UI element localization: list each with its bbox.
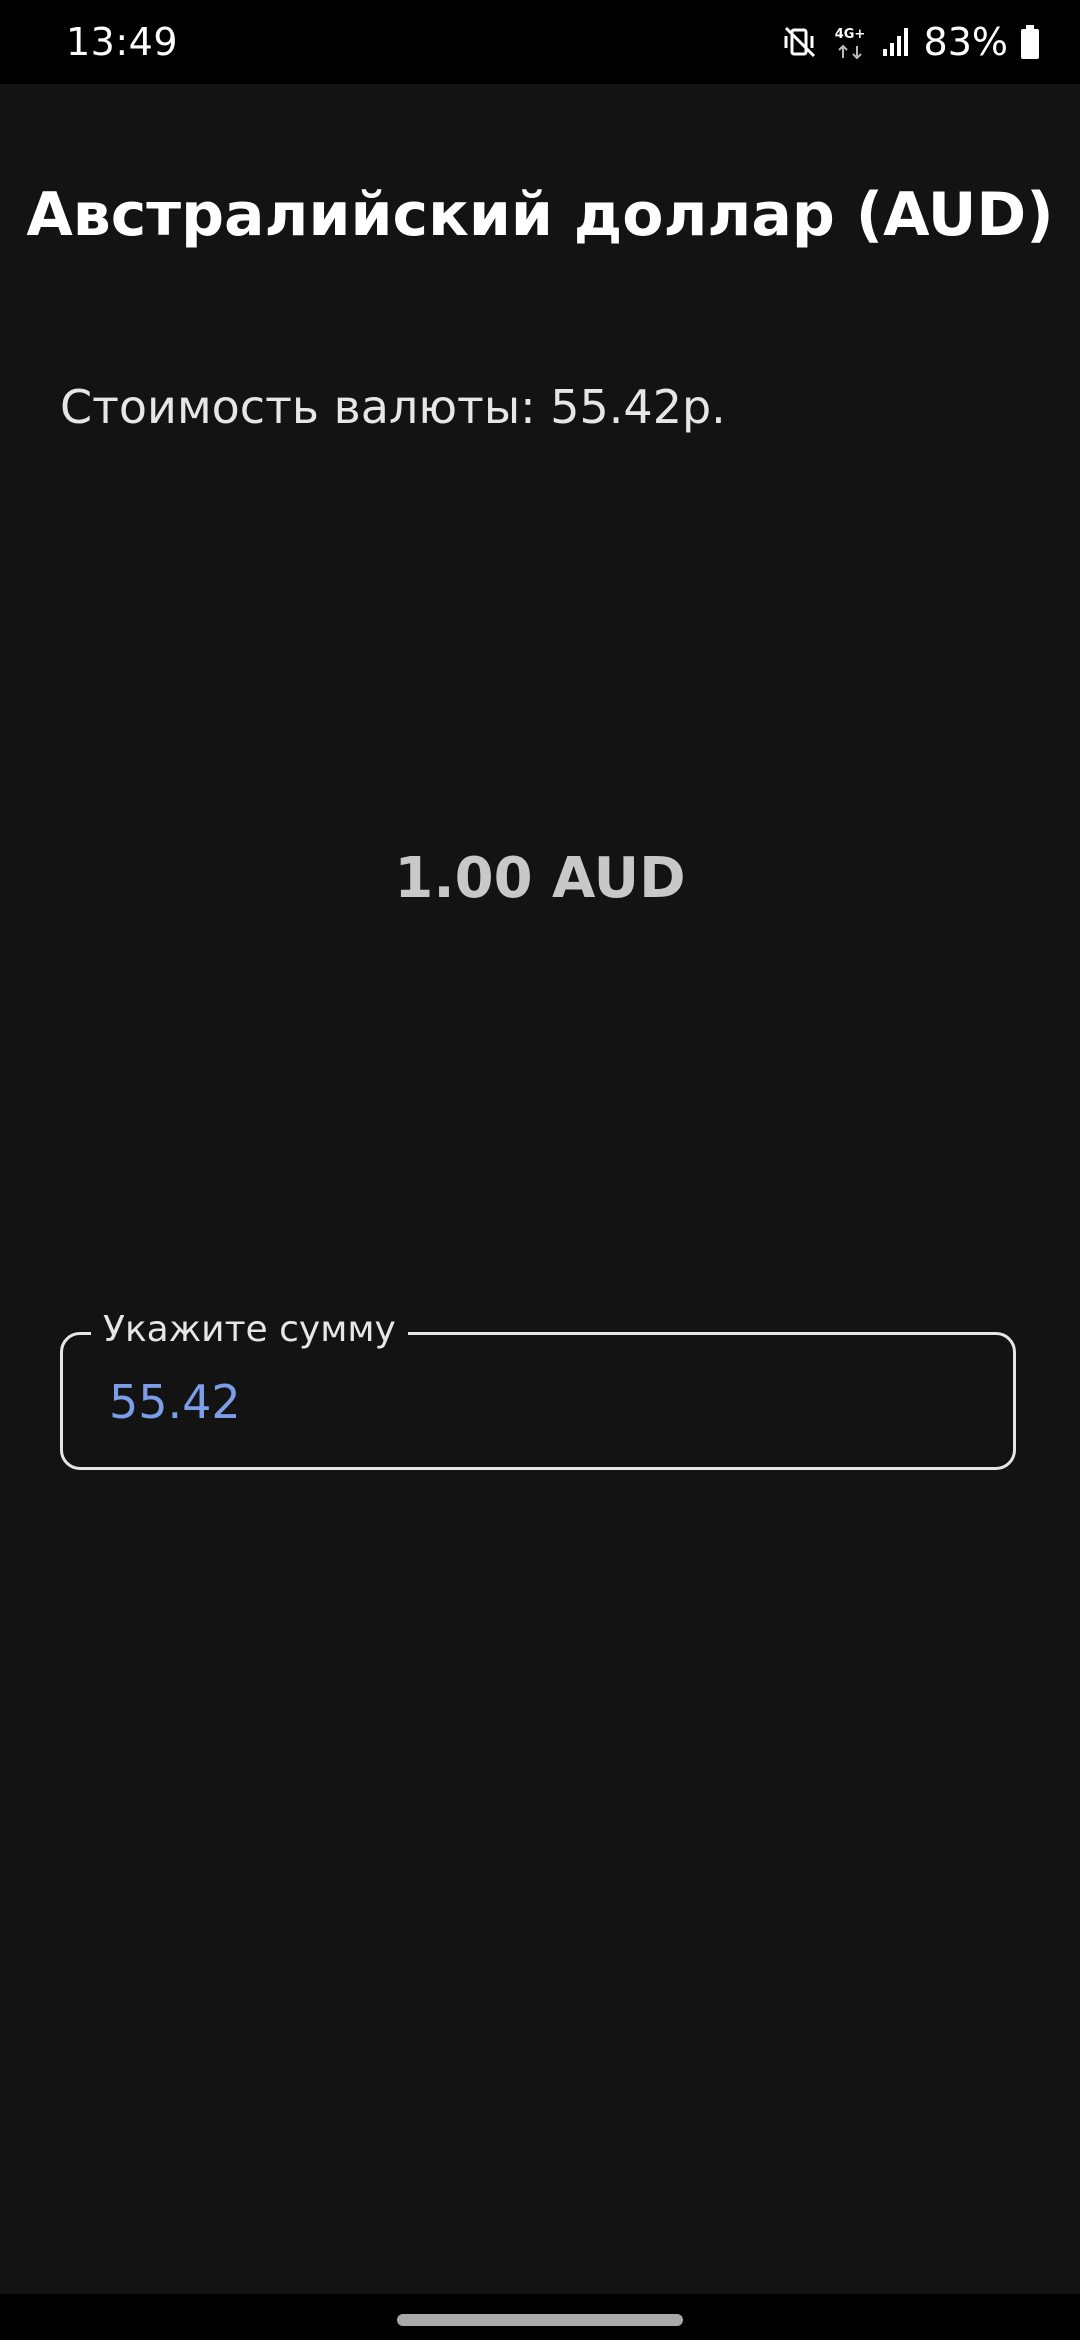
status-icons: 4G+ 83% — [780, 16, 1040, 68]
status-bar: 13:49 4G+ 83% — [0, 0, 1080, 84]
signal-icon — [880, 22, 912, 62]
network-4g-icon: 4G+ — [832, 22, 868, 62]
converted-amount: 1.00 AUD — [394, 846, 686, 911]
amount-input-value[interactable]: 55.42 — [109, 1375, 241, 1429]
battery-icon — [1020, 24, 1040, 60]
amount-input-label: Укажите сумму — [91, 1309, 408, 1350]
page-title: Австралийский доллар (AUD) — [26, 180, 1054, 250]
currency-price: Стоимость валюты: 55.42р. — [60, 380, 726, 434]
amount-input-field[interactable]: Укажите сумму 55.42 — [60, 1309, 1016, 1470]
network-label: 4G+ — [834, 27, 865, 42]
status-time: 13:49 — [66, 20, 179, 64]
navigation-bar — [0, 2294, 1080, 2340]
app-screen: 13:49 4G+ 83% Австралийский доллар (AUD)… — [0, 0, 1080, 2340]
home-gesture-handle[interactable] — [397, 2314, 683, 2326]
battery-percent: 83% — [923, 20, 1008, 64]
vibrate-mute-icon — [780, 22, 820, 62]
